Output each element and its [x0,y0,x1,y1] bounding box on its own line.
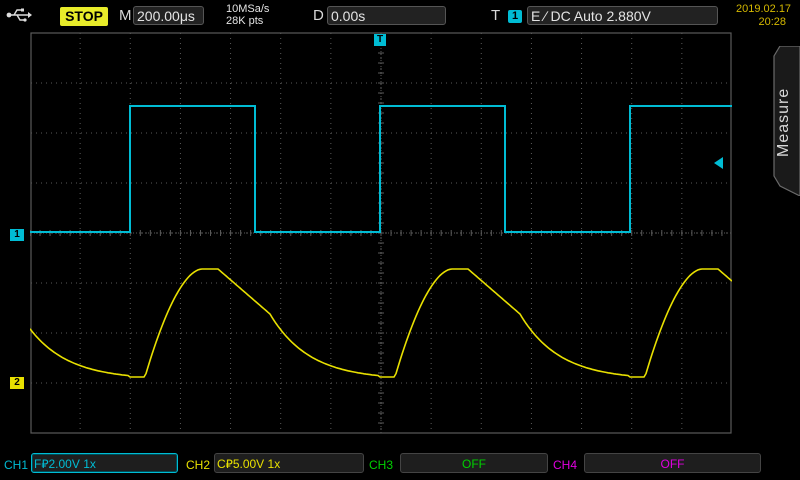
ch4-settings[interactable]: OFF [584,453,761,473]
trigger-level-marker[interactable] [714,157,723,169]
dc-coupling-icon: ⃃ [225,457,233,471]
ch3-settings[interactable]: OFF [400,453,548,473]
ch2-ground-marker[interactable]: 2 [10,377,24,389]
ch1-name: CH1 [4,458,29,472]
ch1-scale: 2.00V [48,457,80,471]
delay-field[interactable]: 0.00s [327,6,446,25]
date: 2019.02.17 [736,3,792,15]
ch2-name: CH2 [186,458,211,472]
ch2-probe: 1x [267,457,281,471]
timebase-field[interactable]: 200.00μs [133,6,204,25]
waveform-display[interactable] [30,32,732,434]
time: 20:28 [758,16,786,28]
ch4-name: CH4 [553,458,578,472]
trigger-position-marker[interactable]: T [374,34,386,46]
delay-label: D [313,7,324,24]
measure-tab-label: Measure [775,87,792,157]
status-bar: STOP M 200.00μs 10MSa/s 28K pts D 0.00s … [0,0,800,32]
ch2-scale: 5.00V [232,457,265,471]
memory-depth: 28K pts [226,15,264,27]
sample-rate: 10MSa/s [226,3,270,15]
ch3-name: CH3 [369,458,394,472]
trigger-label: T [491,7,501,24]
ch1-probe: 1x [83,457,96,471]
channel-bar: CH1 F⃃2.00V 1x CH2 C⃃5.00V 1x CH3 OFF CH… [0,448,800,480]
ch1-ground-marker[interactable]: 1 [10,229,24,241]
ch1-waveform [30,105,732,233]
trigger-field[interactable]: E ∕ DC Auto 2.880V [527,6,718,25]
timebase-label: M [119,7,132,24]
ch2-settings[interactable]: C⃃5.00V 1x [214,453,364,473]
trigger-channel-badge: 1 [508,10,522,23]
acquisition-info: 10MSa/s 28K pts [226,3,269,27]
date-time: 2019.02.17 20:28 [736,3,792,29]
ch2-coupling: C [217,457,226,471]
run-stop-indicator[interactable]: STOP [60,7,108,26]
ch1-settings[interactable]: F⃃2.00V 1x [31,453,178,473]
usb-icon [6,8,32,22]
